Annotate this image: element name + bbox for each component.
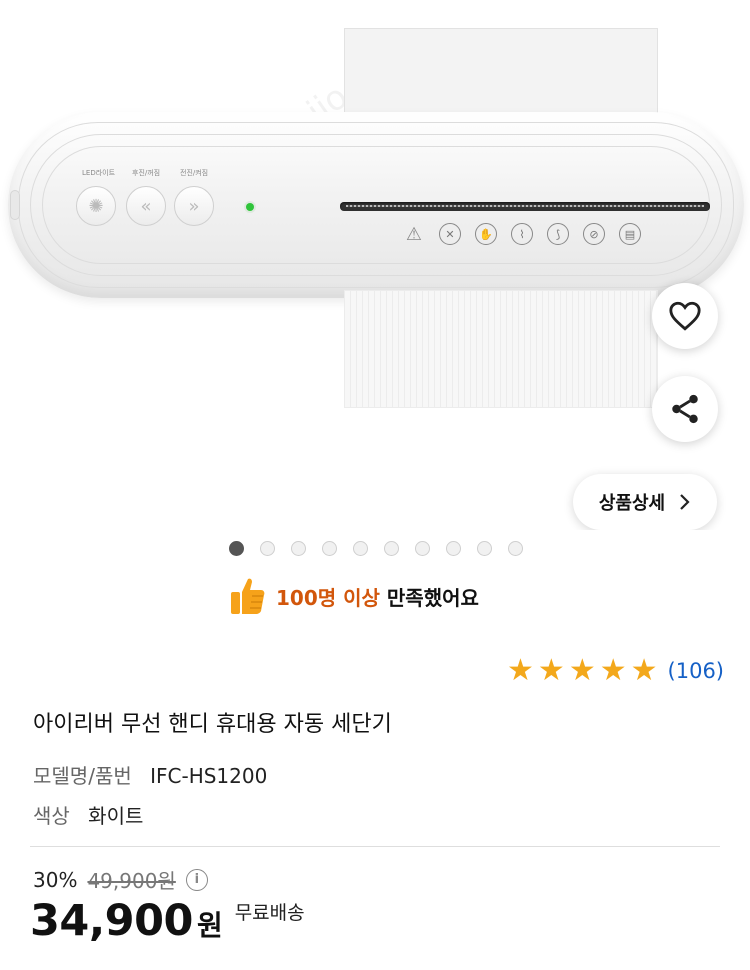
spec-value: 화이트 bbox=[88, 804, 144, 828]
star-icon: ★ bbox=[507, 653, 534, 688]
info-icon[interactable]: i bbox=[185, 868, 208, 891]
paper-slot bbox=[340, 202, 710, 211]
carousel-dot[interactable] bbox=[508, 541, 523, 556]
star-icon: ★ bbox=[630, 653, 658, 688]
no-hand-icon: ✋ bbox=[475, 223, 497, 245]
carousel-dot[interactable] bbox=[477, 541, 492, 556]
color-spec: 색상 화이트 bbox=[33, 800, 143, 829]
no-spray-icon: ⊘ bbox=[583, 223, 605, 245]
satisfaction-banner: 100명 이상 만족했어요 bbox=[228, 574, 479, 618]
warning-icons: ⚠ ✕ ✋ ⌇ ⟆ ⊘ ▤ bbox=[403, 223, 641, 245]
shredder-device: LED라이트 후진/꺼짐 전진/켜짐 ✺ « » ⚠ ✕ ✋ ⌇ ⟆ ⊘ ▤ bbox=[8, 112, 744, 298]
spec-label: 색상 bbox=[33, 804, 70, 828]
product-detail-button[interactable]: 상품상세 bbox=[573, 474, 717, 530]
favorite-button[interactable] bbox=[652, 283, 718, 349]
detail-button-label: 상품상세 bbox=[598, 493, 666, 514]
chevron-right-icon bbox=[680, 494, 690, 510]
control-label: LED라이트 bbox=[82, 169, 116, 177]
carousel-dot[interactable] bbox=[291, 541, 306, 556]
reverse-icon: « bbox=[126, 186, 166, 226]
forward-icon: » bbox=[174, 186, 214, 226]
price-discount-row: 30% 49,900원 i bbox=[33, 865, 208, 894]
manual-icon: ▤ bbox=[619, 223, 641, 245]
review-count-link[interactable]: (106) bbox=[668, 659, 724, 683]
share-icon bbox=[672, 394, 698, 424]
original-price: 49,900원 bbox=[87, 869, 176, 893]
carousel-dot[interactable] bbox=[322, 541, 337, 556]
warning-icon: ⚠ bbox=[405, 223, 423, 245]
currency-label: 원 bbox=[196, 909, 223, 942]
no-child-icon: ✕ bbox=[439, 223, 461, 245]
satisfaction-count: 100명 이상 bbox=[276, 585, 380, 610]
star-icon: ★ bbox=[537, 653, 565, 688]
light-icon: ✺ bbox=[76, 186, 116, 226]
discount-rate: 30% bbox=[33, 867, 78, 892]
rating[interactable]: ★ ★ ★ ★ ★ (106) bbox=[507, 656, 724, 686]
carousel-dot[interactable] bbox=[353, 541, 368, 556]
model-spec: 모델명/품번 IFC-HS1200 bbox=[33, 760, 267, 789]
no-tie-icon: ⟆ bbox=[547, 223, 569, 245]
product-image[interactable]: ijoongo ijoongo LED라이트 후진/꺼짐 전진/켜짐 ✺ « »… bbox=[0, 0, 750, 530]
led-indicator bbox=[246, 203, 254, 211]
spec-value: IFC-HS1200 bbox=[150, 764, 268, 788]
heart-icon bbox=[669, 301, 701, 331]
satisfaction-text: 만족했어요 bbox=[386, 585, 479, 610]
thumbs-up-icon bbox=[231, 578, 265, 614]
star-icon: ★ bbox=[568, 653, 596, 688]
carousel-dot[interactable] bbox=[415, 541, 430, 556]
carousel-dot[interactable] bbox=[229, 541, 244, 556]
star-icon: ★ bbox=[599, 653, 627, 688]
carousel-indicator bbox=[229, 541, 523, 556]
share-button[interactable] bbox=[652, 376, 718, 442]
shredded-paper bbox=[344, 290, 658, 408]
sale-price: 34,900 원 무료배송 bbox=[30, 896, 305, 946]
carousel-dot[interactable] bbox=[260, 541, 275, 556]
side-notch bbox=[10, 190, 20, 220]
divider bbox=[30, 846, 720, 847]
carousel-dot[interactable] bbox=[384, 541, 399, 556]
spec-label: 모델명/품번 bbox=[33, 764, 132, 788]
carousel-dot[interactable] bbox=[446, 541, 461, 556]
product-title: 아이리버 무선 핸디 휴대용 자동 세단기 bbox=[33, 712, 392, 737]
control-label: 전진/켜짐 bbox=[180, 169, 209, 177]
sale-price-value: 34,900 bbox=[30, 896, 193, 946]
control-label: 후진/꺼짐 bbox=[132, 169, 161, 177]
shipping-label: 무료배송 bbox=[234, 902, 305, 924]
no-hair-icon: ⌇ bbox=[511, 223, 533, 245]
